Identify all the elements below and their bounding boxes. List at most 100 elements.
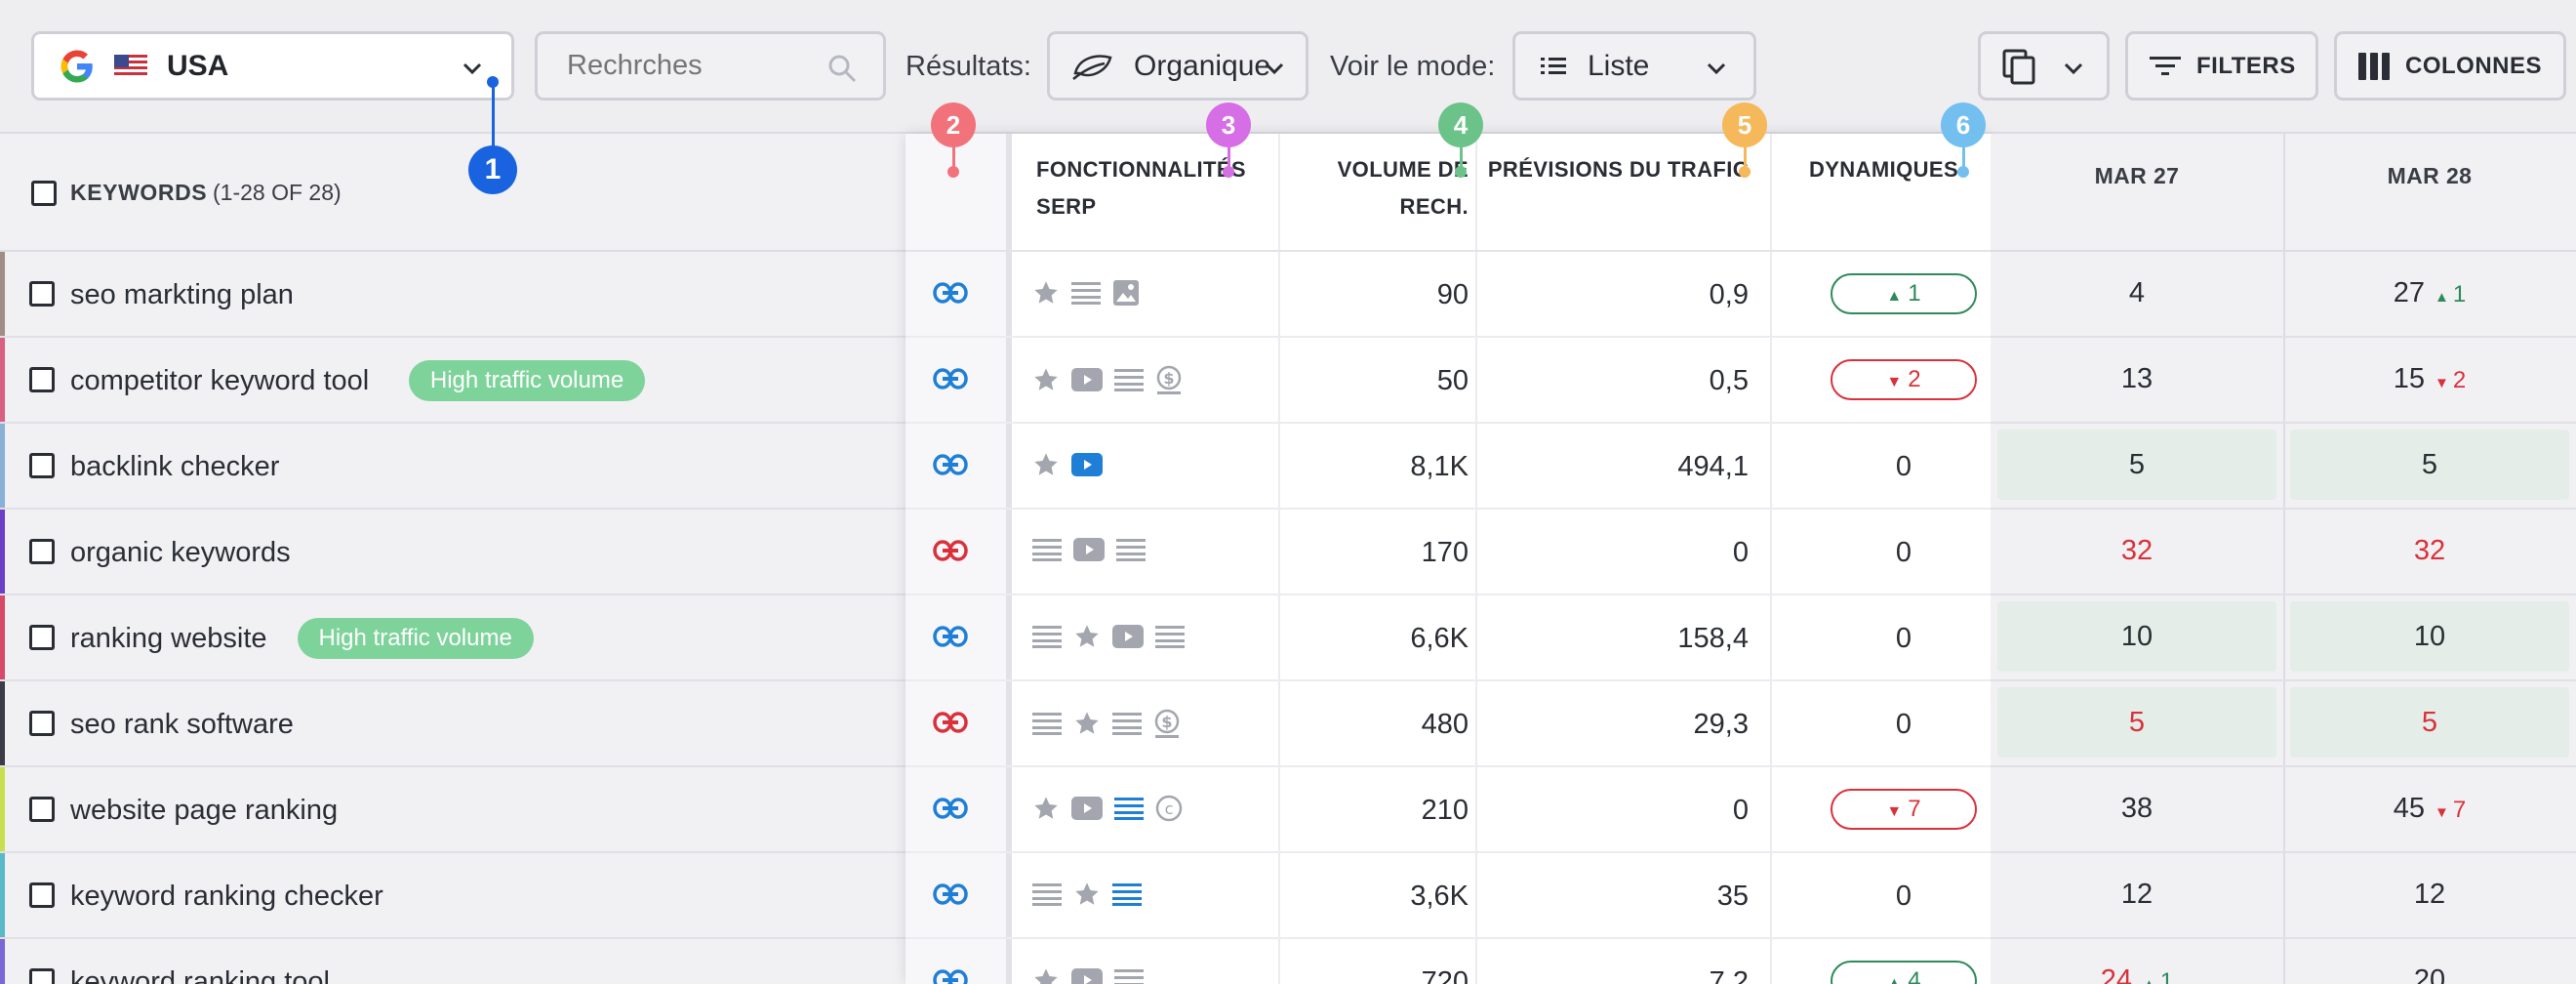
select-all-checkbox[interactable]	[31, 181, 57, 206]
position-cell: 15 ▼ 2	[2290, 344, 2569, 414]
star-icon	[1032, 366, 1060, 393]
date-row: 10 10	[1991, 595, 2576, 681]
col-date1-header[interactable]: MAR 27	[1995, 163, 2278, 189]
keyword-row[interactable]: ranking website High traffic volume	[0, 595, 906, 681]
col-date2-header[interactable]: MAR 28	[2288, 163, 2571, 189]
marker-dot	[1957, 166, 1969, 178]
position-value: 24	[2100, 964, 2133, 984]
filters-button[interactable]: FILTERS	[2125, 31, 2318, 101]
arrow-up-icon: ▲	[1886, 975, 1903, 984]
row-checkbox[interactable]	[29, 882, 55, 908]
search-volume: 8,1K	[1410, 451, 1469, 482]
keyword-row[interactable]: website page ranking	[0, 767, 906, 853]
col-volume-header[interactable]: VOLUME DE RECH.	[1288, 134, 1469, 252]
position-cell: 24 ▲1	[1997, 945, 2276, 984]
copy-icon	[2002, 49, 2035, 84]
row-color-stripe	[0, 595, 5, 679]
dynamics-value: 0	[1895, 623, 1912, 654]
keyword-row[interactable]: backlink checker	[0, 424, 906, 510]
list-icon	[1032, 711, 1062, 736]
link-icon[interactable]	[933, 281, 968, 309]
position-value: 32	[2413, 535, 2446, 566]
country-value: USA	[167, 49, 229, 82]
link-icon[interactable]	[933, 968, 968, 984]
keyword-text: website page ranking	[70, 795, 339, 826]
link-icon[interactable]	[933, 882, 968, 911]
search-icon[interactable]	[826, 53, 858, 84]
dynamics-badge: ▲ 1	[1831, 273, 1977, 314]
chevron-down-icon	[463, 62, 482, 75]
arrow-up-icon: ▲	[1886, 288, 1903, 305]
position-cell: 5	[2290, 687, 2569, 758]
leaf-icon	[1072, 54, 1112, 80]
columns-button[interactable]: COLONNES	[2334, 31, 2566, 101]
annotation-marker: 2	[931, 102, 976, 147]
filter-icon	[2150, 56, 2181, 75]
search-input[interactable]	[567, 50, 811, 82]
serp-features	[1032, 279, 1140, 307]
dollar-icon: $	[1155, 365, 1183, 394]
row-checkbox[interactable]	[29, 539, 55, 564]
arrow-down-icon: ▼	[1886, 803, 1903, 820]
keyword-row[interactable]: seo rank software	[0, 681, 906, 767]
search-volume: 90	[1436, 279, 1469, 310]
traffic-forecast: 7,2	[1709, 966, 1749, 984]
keyword-row[interactable]: organic keywords	[0, 510, 906, 595]
col-serp-header[interactable]: FONCTIONNALITÉS SERP	[1036, 134, 1270, 252]
col-dynamics-header[interactable]: DYNAMIQUES	[1774, 134, 1993, 252]
row-checkbox[interactable]	[29, 625, 55, 650]
serp-features	[1032, 623, 1185, 650]
traffic-forecast: 0,9	[1709, 279, 1749, 310]
link-icon[interactable]	[933, 453, 968, 481]
list-blue-icon	[1114, 796, 1144, 821]
mode-select[interactable]: Liste	[1512, 31, 1756, 101]
link-icon[interactable]	[933, 367, 968, 395]
keywords-header: KEYWORDS (1-28 OF 28)	[0, 134, 906, 252]
row-checkbox[interactable]	[29, 797, 55, 822]
table-row: 170 0 0	[906, 510, 1991, 595]
link-icon[interactable]	[933, 797, 968, 825]
col-traffic-header[interactable]: PRÉVISIONS DU TRAFIC	[1485, 134, 1749, 252]
row-checkbox[interactable]	[29, 711, 55, 736]
keyword-row[interactable]: keyword ranking checker	[0, 853, 906, 939]
keyword-row[interactable]: competitor keyword tool High traffic volu…	[0, 338, 906, 424]
keyword-row[interactable]: seo markting plan	[0, 252, 906, 338]
list-icon	[1155, 624, 1185, 649]
dynamics-badge: ▼ 2	[1831, 359, 1977, 400]
row-checkbox[interactable]	[29, 367, 55, 392]
position-cell: 5	[1997, 687, 2276, 758]
row-color-stripe	[0, 853, 5, 937]
position-value: 45	[2393, 793, 2426, 824]
position-change: ▲1	[2142, 968, 2173, 984]
serp-features	[1032, 451, 1103, 478]
row-checkbox[interactable]	[29, 281, 55, 307]
list-icon	[1032, 882, 1062, 907]
row-checkbox[interactable]	[29, 453, 55, 478]
position-value: 13	[2120, 363, 2153, 394]
row-checkbox[interactable]	[29, 968, 55, 984]
broken-link-icon[interactable]	[933, 711, 968, 739]
row-color-stripe	[0, 939, 5, 984]
columns-label: COLONNES	[2405, 52, 2543, 79]
search-box[interactable]	[535, 31, 886, 101]
broken-link-icon[interactable]	[933, 539, 968, 567]
traffic-forecast: 0,5	[1709, 365, 1749, 396]
arrow-down-icon: ▼	[2435, 375, 2449, 391]
traffic-forecast: 0	[1732, 795, 1749, 826]
us-flag-icon	[114, 54, 147, 78]
keyword-row[interactable]: keyword ranking tool	[0, 939, 906, 984]
position-cell: 5	[2290, 430, 2569, 500]
results-select[interactable]: Organique	[1047, 31, 1308, 101]
serp-features: $	[1032, 365, 1183, 394]
marker-dot	[1739, 166, 1751, 178]
search-volume: 6,6K	[1410, 623, 1469, 654]
country-select[interactable]: USA	[31, 31, 514, 101]
link-icon[interactable]	[933, 625, 968, 653]
list-icon	[1112, 711, 1142, 736]
copy-button[interactable]	[1978, 31, 2110, 101]
mode-label: Voir le mode:	[1330, 51, 1496, 82]
date-row: 55	[1991, 424, 2576, 510]
chevron-down-icon	[2064, 62, 2083, 75]
dynamics-value: 0	[1895, 451, 1912, 482]
google-icon	[60, 50, 93, 82]
